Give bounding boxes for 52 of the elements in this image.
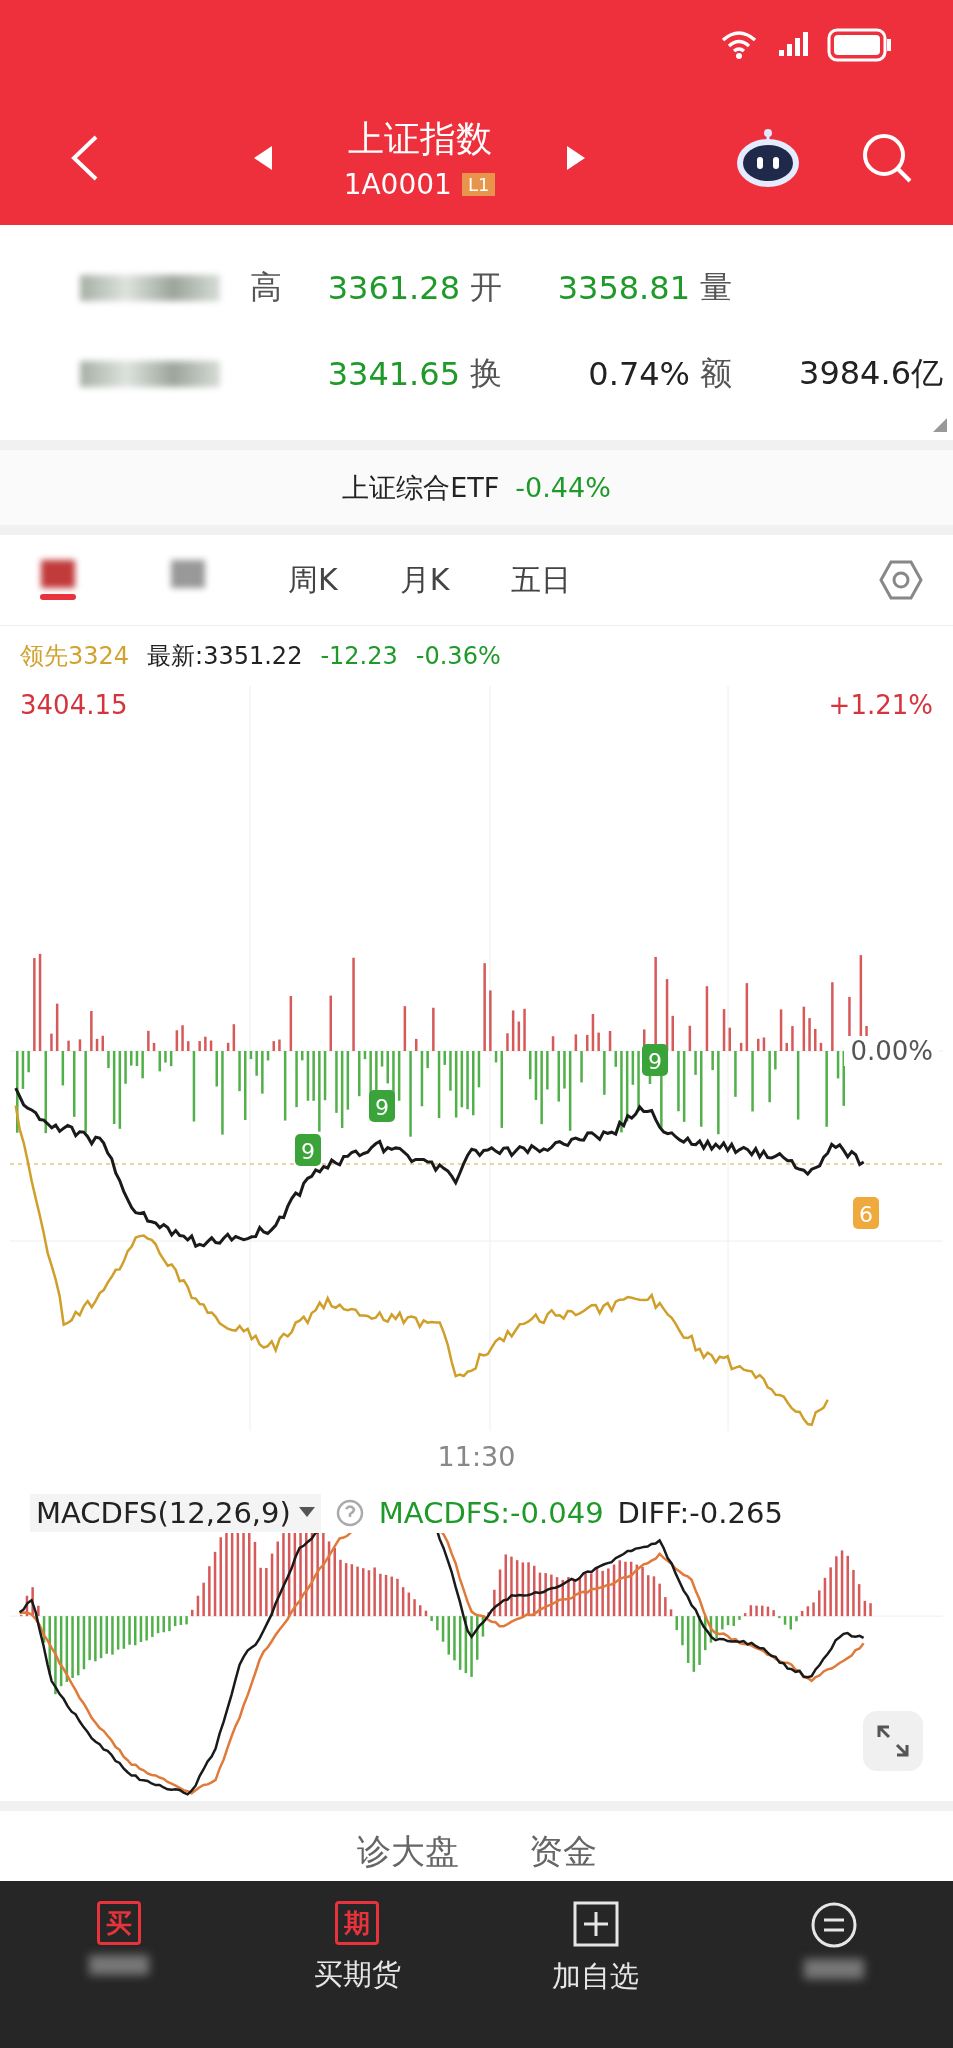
top-price: 3404.15 — [20, 690, 128, 720]
indicator-dropdown[interactable]: MACDFS(12,26,9) — [30, 1494, 321, 1532]
nav-icon: 买 — [97, 1901, 142, 1945]
nav-item[interactable]: 加自选 — [476, 1901, 715, 2021]
signal-badge: 9 — [642, 1044, 668, 1076]
help-icon[interactable] — [334, 1498, 365, 1528]
quote-label: 量 — [700, 267, 733, 308]
stock-code: 1A0001 — [343, 167, 452, 201]
top-percent: +1.21% — [828, 690, 933, 720]
signal-badge: 6 — [853, 1197, 879, 1229]
robot-icon[interactable] — [735, 126, 801, 189]
fullscreen-icon — [875, 1723, 911, 1759]
expand-corner-icon[interactable] — [933, 418, 947, 432]
nav-icon: 期 — [335, 1901, 380, 1945]
settings-icon[interactable] — [879, 558, 923, 602]
price-change: -12.23 — [320, 642, 398, 670]
lead-index: 领先3324 — [20, 641, 130, 672]
latest-price: 最新:3351.22 — [147, 641, 303, 672]
quote-label: 换 — [470, 353, 503, 394]
search-icon[interactable] — [861, 131, 913, 184]
percent-change: -0.36% — [415, 642, 501, 670]
chart-tab[interactable]: 月K — [399, 550, 450, 610]
quote-value: 0.74% — [587, 354, 691, 395]
macdfs-value: MACDFS:-0.049 — [378, 1496, 604, 1530]
fullscreen-button[interactable] — [863, 1711, 923, 1771]
wifi-icon — [719, 30, 759, 60]
bottom-tab[interactable]: 诊大盘 — [356, 1829, 459, 1881]
caret-icon — [298, 1507, 315, 1519]
chart-tab[interactable]: 五日 — [511, 550, 572, 610]
blurred-text — [89, 1955, 150, 1975]
battery-icon — [827, 28, 893, 62]
page-title: 上证指数 — [347, 116, 492, 161]
time-label: 11:30 — [437, 1440, 516, 1472]
quote-value: 3984.6亿 — [798, 353, 944, 394]
chart-tab[interactable]: 周K — [288, 550, 338, 610]
quote-label: 高 — [250, 267, 283, 308]
blurred-text — [803, 1959, 864, 1979]
nav-item[interactable]: 买 — [0, 1901, 239, 2021]
quote-value: 3361.28 — [326, 268, 461, 309]
quote-label: 额 — [700, 353, 733, 394]
etf-change: -0.44% — [515, 472, 611, 503]
signal-badge: 9 — [369, 1090, 395, 1122]
nav-item[interactable]: 期 买期货 — [238, 1901, 477, 2021]
etf-name: 上证综合ETF — [342, 470, 500, 505]
level-badge: L1 — [461, 172, 496, 196]
zero-percent: 0.00% — [844, 1036, 939, 1066]
signal-badge: 9 — [295, 1134, 321, 1166]
diff-value: DIFF:-0.265 — [617, 1496, 783, 1530]
bottom-tab[interactable]: 资金 — [528, 1829, 597, 1881]
quote-value: 3358.81 — [556, 268, 691, 309]
quote-value: 3341.65 — [326, 354, 461, 395]
quote-label: 开 — [470, 267, 503, 308]
